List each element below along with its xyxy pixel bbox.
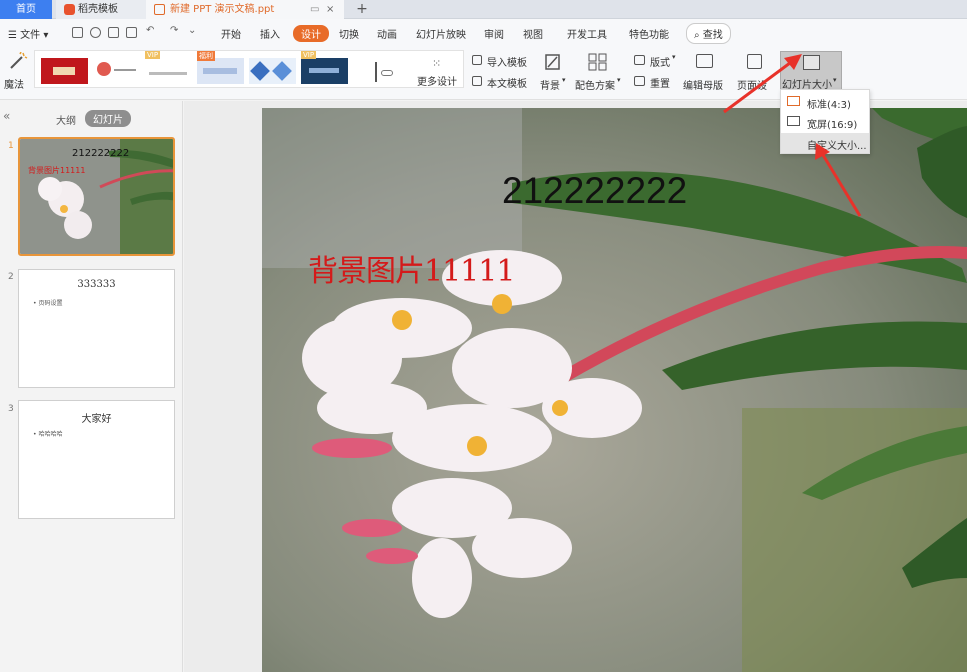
slide-title-text[interactable]: 212222222 [502,170,687,212]
layout-button[interactable]: 版式 ▾ [634,53,678,69]
vip-badge-2: 福利 [197,51,215,61]
grid-icon: ⁙ [432,57,442,70]
menu-animation[interactable]: 动画 [377,26,397,41]
background-icon [545,54,560,70]
design-thumb-1[interactable] [41,58,88,84]
slide-thumbnail-3[interactable]: 大家好 • 哈哈哈哈 [18,400,175,519]
more-designs-button[interactable]: ⁙ 更多设计 [413,55,461,88]
slide-number-1: 1 [8,141,14,151]
annotation-arrow-1 [723,54,802,114]
menu-view[interactable]: 视图 [523,26,543,41]
design-thumb-3[interactable] [145,58,192,84]
menu-developer[interactable]: 开发工具 [567,26,607,41]
this-template-icon [472,76,482,86]
color-scheme-dropdown-icon: ▾ [617,76,621,84]
annotation-arrow-2 [815,143,862,217]
edit-master-label: 编辑母版 [683,81,723,92]
import-template-label: 导入模板 [487,58,527,69]
color-scheme-button[interactable]: 配色方案 ▾ [574,52,624,92]
tab-templates[interactable]: 稻壳模板 [56,0,146,19]
design-thumb-6[interactable] [301,58,348,84]
tab-bar: 首页 稻壳模板 新建 PPT 演示文稿.ppt ▭ × + [0,0,967,19]
menu-start[interactable]: 开始 [221,26,241,41]
reset-icon [634,76,645,86]
ppt-file-icon [154,4,165,15]
search-label: 查找 [702,30,723,41]
thumb-3-bullet: • 哈哈哈哈 [33,431,63,438]
menu-transition[interactable]: 切换 [339,26,359,41]
more-designs-label: 更多设计 [417,77,457,88]
slide-number-2: 2 [8,272,14,282]
close-tab-icon[interactable]: × [326,0,334,19]
thumb-1-title: 212222222 [72,148,130,159]
design-thumb-5[interactable] [249,58,296,84]
menu-special[interactable]: 特色功能 [629,26,669,41]
layout-dropdown-icon: ▾ [672,53,676,61]
magic-label: 魔法 [4,80,24,91]
slide-number-3: 3 [8,404,14,414]
layout-icon [634,55,645,65]
this-template-label: 本文模板 [487,79,527,90]
magic-button[interactable]: 魔法 [4,52,30,92]
search-icon: ⌕ [694,30,700,41]
menu-item-standard-label: 标准(4:3) [807,100,851,111]
menu-design[interactable]: 设计 [293,25,329,42]
slide-body-text[interactable]: 背景图片11111 [308,246,515,290]
design-thumb-4[interactable] [197,58,244,84]
vip-badge-1: VIP [145,51,161,59]
thumb-2-title: 333333 [77,279,116,290]
save-icon[interactable] [72,27,83,38]
search-box[interactable]: ⌕ 查找 [686,23,731,44]
tab-outline[interactable]: 大纲 [56,112,76,127]
menu-insert[interactable]: 插入 [260,26,280,41]
tab-home[interactable]: 首页 [0,0,52,19]
vip-badge-3: VIP [301,51,317,59]
thumb-2-bullet: • 页码设置 [33,300,63,307]
menu-bar: ☰ 文件 ▾ ↶ ↷ ⌄ 开始 插入 设计 切换 动画 幻灯片放映 审阅 视图 … [0,19,967,48]
design-gallery: VIP 福利 VIP ⁙ 更多设计 [34,50,464,88]
tab-document-label: 新建 PPT 演示文稿.ppt [170,4,275,15]
tab-templates-label: 稻壳模板 [78,4,118,15]
design-thumb-2[interactable] [93,58,140,84]
collapse-panel-icon[interactable]: « [3,109,10,123]
slide-panel: « 大纲 幻灯片 1 212222222 背景图片11111 2 333333 … [0,101,183,672]
file-menu-label: 文件 [20,30,41,41]
thumb-3-title: 大家好 [81,414,112,425]
magic-wand-icon [10,52,28,69]
layout-label: 版式 [650,58,670,69]
tab-slides[interactable]: 幻灯片 [85,110,131,127]
tab-document[interactable]: 新建 PPT 演示文稿.ppt ▭ × [146,0,344,19]
quick-access-more-icon[interactable]: ⌄ [188,25,196,36]
new-tab-button[interactable]: + [352,0,372,19]
monitor-icon[interactable]: ▭ [310,0,319,19]
file-menu[interactable]: ☰ 文件 ▾ [8,26,48,41]
undo-history-icon[interactable] [90,27,101,38]
print-icon[interactable] [108,27,119,38]
background-button[interactable]: 背景 ▾ [538,52,568,92]
reset-button[interactable]: 重置 [634,75,678,90]
thumb-1-subtitle: 背景图片11111 [28,166,86,175]
menu-slideshow[interactable]: 幻灯片放映 [416,26,466,41]
color-scheme-label: 配色方案 [575,81,615,92]
daoke-logo-icon [64,4,75,15]
background-dropdown-icon: ▾ [562,76,566,84]
edit-master-icon [696,54,713,68]
print-preview-icon[interactable] [126,27,137,38]
import-template-icon [472,55,482,65]
redo-icon[interactable]: ↷ [170,25,178,36]
background-label: 背景 [540,81,560,92]
undo-icon[interactable]: ↶ [146,25,154,36]
this-template-button[interactable]: 本文模板 [472,75,532,90]
reset-label: 重置 [650,79,670,90]
slide-size-dropdown-icon: ▾ [833,76,837,84]
design-thumb-7[interactable] [353,58,400,84]
menu-item-widescreen-label: 宽屏(16:9) [807,120,858,131]
color-scheme-icon [588,53,607,71]
menu-review[interactable]: 审阅 [484,26,504,41]
slide-thumbnail-2[interactable]: 333333 • 页码设置 [18,269,175,388]
import-template-button[interactable]: 导入模板 [472,54,532,69]
slide-thumbnail-1[interactable]: 212222222 背景图片11111 [18,137,175,256]
